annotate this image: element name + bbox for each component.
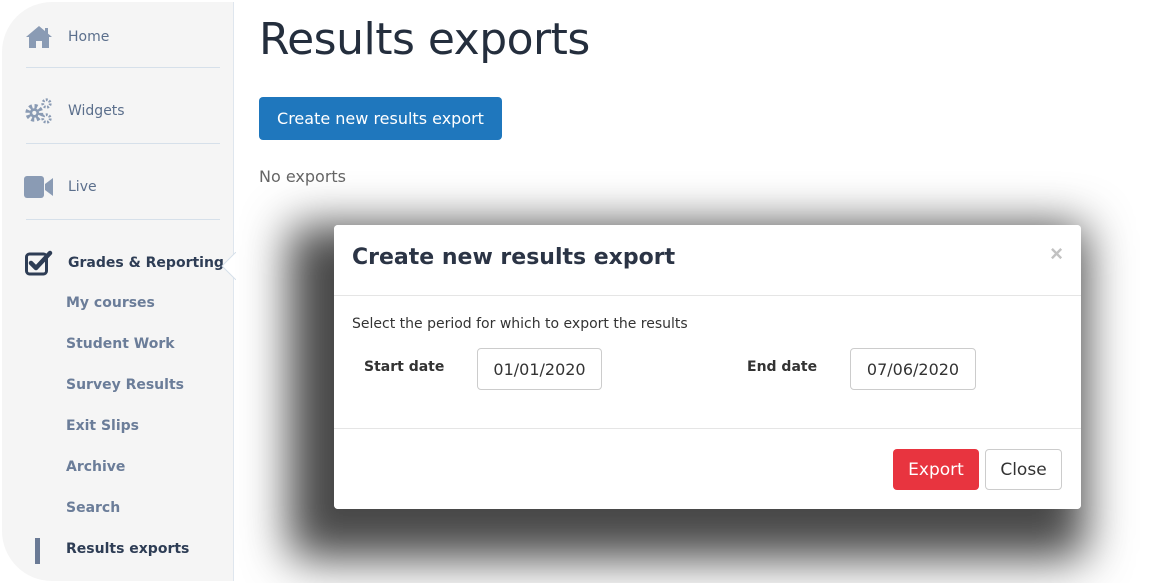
sidebar-item-label: Grades & Reporting <box>68 255 224 271</box>
empty-state-text: No exports <box>259 167 347 186</box>
sidebar-subitem-survey-results[interactable]: Survey Results <box>66 377 184 393</box>
sidebar-item-home[interactable]: Home <box>2 0 234 75</box>
modal-footer-divider <box>334 428 1081 429</box>
sidebar-item-grades-reporting[interactable]: Grades & Reporting <box>2 225 234 301</box>
export-button[interactable]: Export <box>893 449 979 490</box>
sidebar-item-label: Widgets <box>68 103 125 119</box>
sidebar-item-label: Live <box>68 179 97 195</box>
active-section-pointer <box>221 252 236 280</box>
sidebar-item-live[interactable]: Live <box>2 149 234 225</box>
video-camera-icon <box>24 172 54 202</box>
close-button[interactable]: Close <box>985 449 1062 490</box>
sidebar-subitem-archive[interactable]: Archive <box>66 459 125 475</box>
create-results-export-button[interactable]: Create new results export <box>259 97 502 140</box>
checkbox-checked-icon <box>24 248 54 278</box>
page-title: Results exports <box>259 14 590 65</box>
gears-icon <box>24 96 54 126</box>
sidebar-subitem-exit-slips[interactable]: Exit Slips <box>66 418 139 434</box>
divider <box>26 143 220 144</box>
create-export-modal: Create new results export × Select the p… <box>334 225 1081 509</box>
divider <box>26 67 220 68</box>
start-date-input[interactable] <box>477 348 602 390</box>
sidebar-item-widgets[interactable]: Widgets <box>2 73 234 149</box>
end-date-input[interactable] <box>850 348 976 390</box>
sidebar-subitem-results-exports[interactable]: Results exports <box>66 541 189 557</box>
modal-header-divider <box>334 295 1081 296</box>
sidebar-item-label: Home <box>68 29 110 45</box>
sidebar: Home Widgets Live Grades & Reporting My … <box>2 0 236 581</box>
sidebar-subitem-student-work[interactable]: Student Work <box>66 336 175 352</box>
start-date-label: Start date <box>364 359 445 375</box>
sidebar-subitem-search[interactable]: Search <box>66 500 120 516</box>
divider <box>26 219 220 220</box>
sidebar-subitem-my-courses[interactable]: My courses <box>66 295 155 311</box>
modal-title: Create new results export <box>352 245 676 270</box>
modal-description: Select the period for which to export th… <box>352 316 688 332</box>
end-date-label: End date <box>747 359 818 375</box>
active-indicator <box>35 538 40 564</box>
home-icon <box>24 22 54 52</box>
close-icon[interactable]: × <box>1050 241 1063 267</box>
